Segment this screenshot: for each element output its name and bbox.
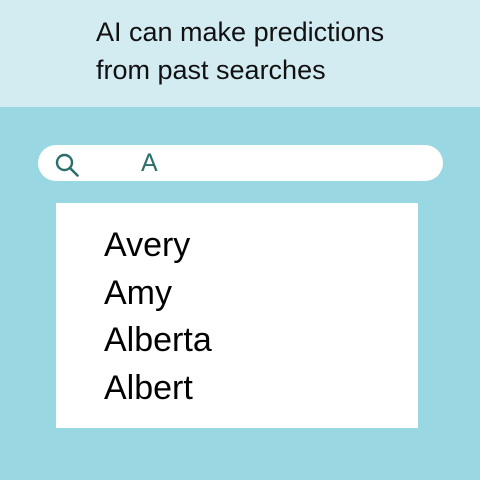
search-icon[interactable]: [54, 152, 80, 178]
caption-text: AI can make predictions from past search…: [96, 13, 466, 89]
caption-line-1: AI can make predictions: [96, 17, 385, 47]
caption-banner: AI can make predictions from past search…: [0, 0, 480, 107]
caption-line-2: from past searches: [96, 55, 326, 85]
suggestion-item-amy[interactable]: Amy: [104, 271, 172, 315]
search-input[interactable]: [135, 147, 401, 179]
suggestion-list: Avery Amy Alberta Albert: [56, 203, 418, 428]
suggestion-item-alberta[interactable]: Alberta: [104, 318, 212, 362]
suggestion-item-albert[interactable]: Albert: [104, 366, 193, 410]
suggestion-item-avery[interactable]: Avery: [104, 223, 190, 267]
